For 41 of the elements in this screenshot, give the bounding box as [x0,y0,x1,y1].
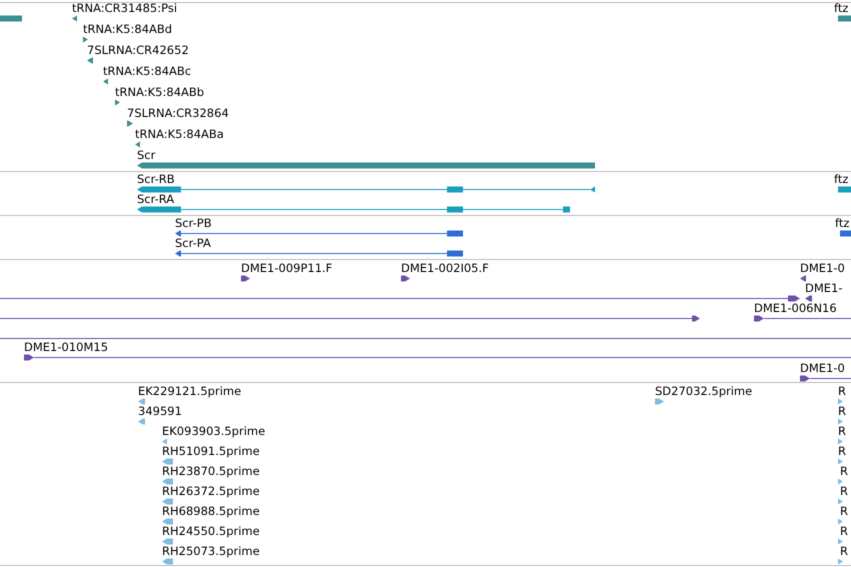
feature-label: 349591 [138,404,182,418]
feature-label: DME1-0 [800,361,845,375]
feature-label: R [840,504,848,518]
feature-label: EK093903.5prime [162,424,266,438]
feature-label: R [838,384,846,398]
feature-label: DME1-009P11.F [241,261,332,275]
feature-label: tRNA:K5:84ABa [135,127,224,141]
feature-label: R [840,544,848,558]
feature-label: RH51091.5prime [162,444,260,458]
feature-label: R [840,464,848,478]
feature-label: ftz [834,1,848,15]
feature-label: 7SLRNA:CR42652 [87,43,189,57]
feature-label: EK229121.5prime [138,384,242,398]
feature-label: 7SLRNA:CR32864 [127,106,229,120]
feature-label: R [840,484,848,498]
feature-label: DME1-002I05.F [401,261,489,275]
feature-label: RH68988.5prime [162,504,260,518]
feature-label: Scr-PB [175,216,212,230]
feature-label: tRNA:K5:84ABc [103,64,192,78]
feature-label: RH24550.5prime [162,524,260,538]
feature-label: R [838,444,846,458]
feature-label: RH26372.5prime [162,484,260,498]
feature-label: Scr [137,148,156,162]
feature-label: DME1-006N16 [754,301,837,315]
feature-label: RH25073.5prime [162,544,260,558]
feature-label: DME1-010M15 [24,340,108,354]
feature-label: Scr-RA [137,192,174,206]
feature-label: R [840,524,848,538]
feature-label: Scr-PA [175,236,211,250]
feature-label: tRNA:K5:84ABb [115,85,204,99]
feature-label: tRNA:CR31485:Psi [72,1,178,15]
feature-label: RH23870.5prime [162,464,260,478]
feature-label: tRNA:K5:84ABd [83,22,172,36]
feature-label: DME1- [805,281,843,295]
feature-label: ftz [834,172,848,186]
feature-label: SD27032.5prime [655,384,752,398]
feature-label: R [838,404,846,418]
feature-label: R [838,424,846,438]
feature-label: DME1-0 [800,261,845,275]
feature-label: Scr-RB [137,172,175,186]
feature-label: ftz [835,216,850,230]
